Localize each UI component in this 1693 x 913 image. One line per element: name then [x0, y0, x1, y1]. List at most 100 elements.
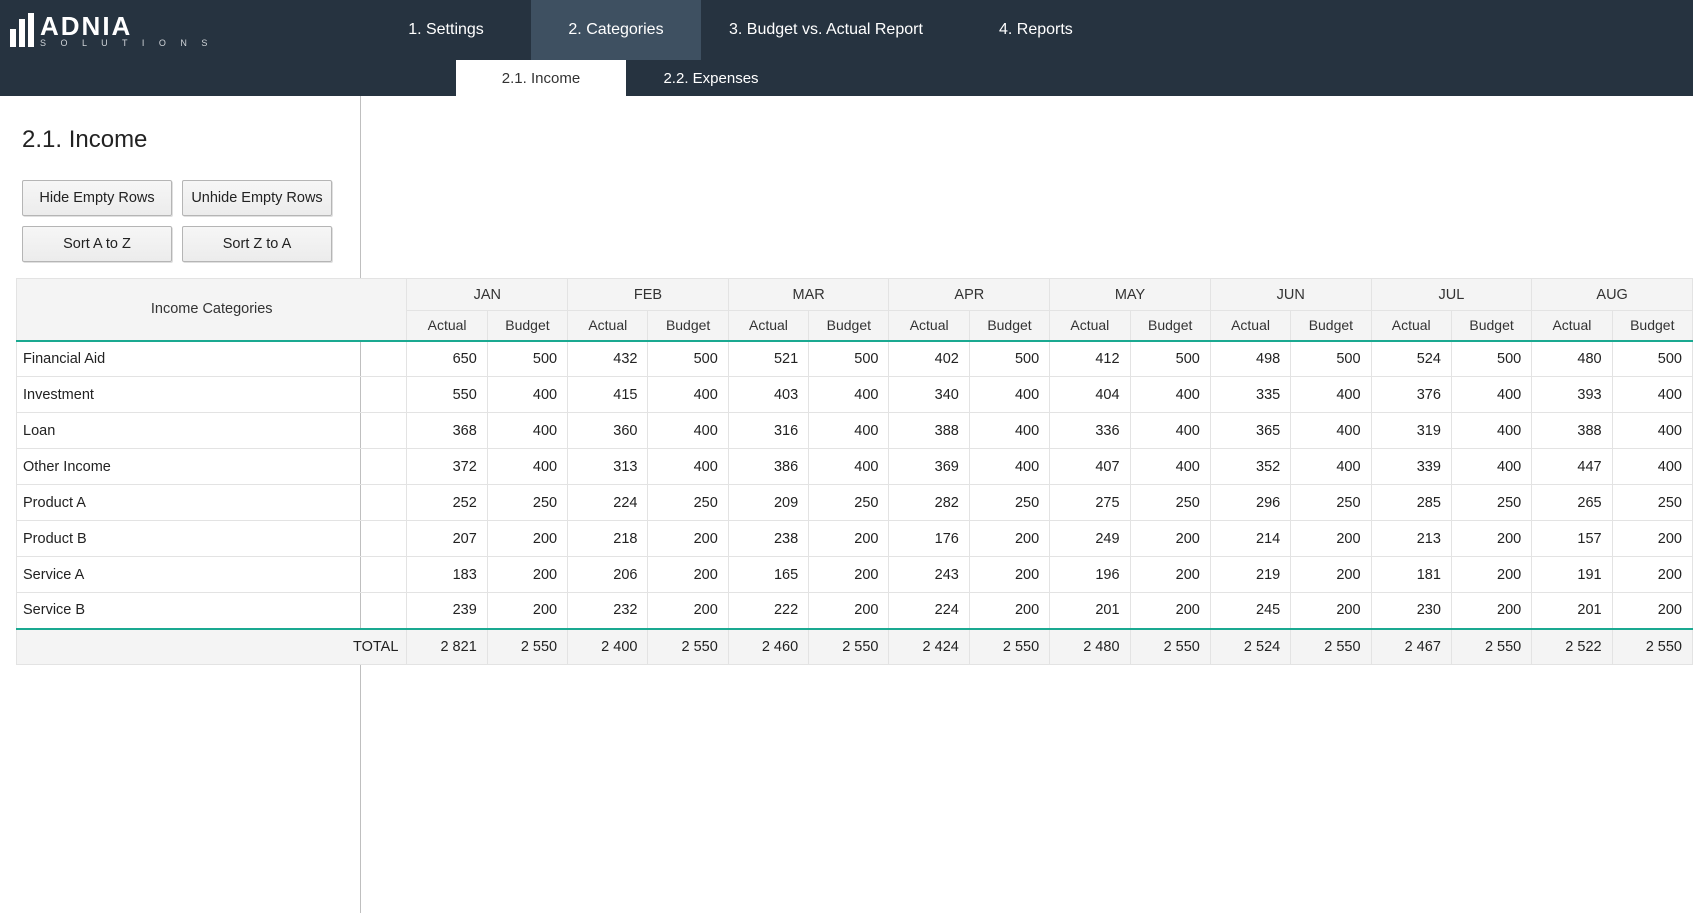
- value-cell[interactable]: 400: [648, 449, 728, 485]
- nav-reports[interactable]: 4. Reports: [951, 0, 1121, 60]
- value-cell[interactable]: 250: [1451, 485, 1531, 521]
- value-cell[interactable]: 415: [568, 377, 648, 413]
- value-cell[interactable]: 500: [809, 341, 889, 377]
- value-cell[interactable]: 393: [1532, 377, 1612, 413]
- value-cell[interactable]: 550: [407, 377, 487, 413]
- value-cell[interactable]: 200: [1612, 593, 1692, 629]
- value-cell[interactable]: 376: [1371, 377, 1451, 413]
- value-cell[interactable]: 200: [1130, 593, 1210, 629]
- value-cell[interactable]: 400: [1612, 449, 1692, 485]
- value-cell[interactable]: 386: [728, 449, 808, 485]
- value-cell[interactable]: 400: [487, 377, 567, 413]
- value-cell[interactable]: 500: [648, 341, 728, 377]
- value-cell[interactable]: 183: [407, 557, 487, 593]
- value-cell[interactable]: 250: [1612, 485, 1692, 521]
- value-cell[interactable]: 400: [1291, 449, 1371, 485]
- value-cell[interactable]: 500: [1451, 341, 1531, 377]
- value-cell[interactable]: 521: [728, 341, 808, 377]
- value-cell[interactable]: 200: [1451, 593, 1531, 629]
- value-cell[interactable]: 207: [407, 521, 487, 557]
- value-cell[interactable]: 239: [407, 593, 487, 629]
- subtab-expenses[interactable]: 2.2. Expenses: [626, 60, 796, 96]
- value-cell[interactable]: 200: [1130, 521, 1210, 557]
- value-cell[interactable]: 368: [407, 413, 487, 449]
- value-cell[interactable]: 250: [487, 485, 567, 521]
- value-cell[interactable]: 275: [1050, 485, 1130, 521]
- value-cell[interactable]: 200: [1130, 557, 1210, 593]
- value-cell[interactable]: 200: [1291, 521, 1371, 557]
- value-cell[interactable]: 340: [889, 377, 969, 413]
- value-cell[interactable]: 500: [1130, 341, 1210, 377]
- value-cell[interactable]: 400: [1451, 413, 1531, 449]
- value-cell[interactable]: 200: [648, 521, 728, 557]
- value-cell[interactable]: 296: [1210, 485, 1290, 521]
- value-cell[interactable]: 400: [809, 449, 889, 485]
- value-cell[interactable]: 206: [568, 557, 648, 593]
- value-cell[interactable]: 200: [1291, 593, 1371, 629]
- value-cell[interactable]: 250: [1291, 485, 1371, 521]
- value-cell[interactable]: 404: [1050, 377, 1130, 413]
- category-cell[interactable]: Service A: [17, 557, 407, 593]
- value-cell[interactable]: 282: [889, 485, 969, 521]
- value-cell[interactable]: 200: [969, 557, 1049, 593]
- category-cell[interactable]: Service B: [17, 593, 407, 629]
- value-cell[interactable]: 200: [1451, 557, 1531, 593]
- value-cell[interactable]: 176: [889, 521, 969, 557]
- category-cell[interactable]: Financial Aid: [17, 341, 407, 377]
- value-cell[interactable]: 400: [487, 413, 567, 449]
- value-cell[interactable]: 200: [487, 557, 567, 593]
- value-cell[interactable]: 200: [809, 557, 889, 593]
- value-cell[interactable]: 249: [1050, 521, 1130, 557]
- sort-z-to-a-button[interactable]: Sort Z to A: [182, 226, 332, 262]
- value-cell[interactable]: 200: [969, 593, 1049, 629]
- value-cell[interactable]: 432: [568, 341, 648, 377]
- nav-budget-vs-actual[interactable]: 3. Budget vs. Actual Report: [701, 0, 951, 60]
- value-cell[interactable]: 200: [1451, 521, 1531, 557]
- value-cell[interactable]: 400: [1451, 377, 1531, 413]
- category-cell[interactable]: Product A: [17, 485, 407, 521]
- value-cell[interactable]: 200: [1612, 521, 1692, 557]
- value-cell[interactable]: 400: [487, 449, 567, 485]
- value-cell[interactable]: 400: [969, 449, 1049, 485]
- value-cell[interactable]: 369: [889, 449, 969, 485]
- value-cell[interactable]: 388: [1532, 413, 1612, 449]
- value-cell[interactable]: 336: [1050, 413, 1130, 449]
- value-cell[interactable]: 500: [487, 341, 567, 377]
- subtab-income[interactable]: 2.1. Income: [456, 60, 626, 96]
- value-cell[interactable]: 319: [1371, 413, 1451, 449]
- value-cell[interactable]: 650: [407, 341, 487, 377]
- value-cell[interactable]: 200: [648, 557, 728, 593]
- value-cell[interactable]: 500: [969, 341, 1049, 377]
- category-cell[interactable]: Product B: [17, 521, 407, 557]
- value-cell[interactable]: 214: [1210, 521, 1290, 557]
- value-cell[interactable]: 200: [969, 521, 1049, 557]
- value-cell[interactable]: 219: [1210, 557, 1290, 593]
- value-cell[interactable]: 181: [1371, 557, 1451, 593]
- value-cell[interactable]: 200: [487, 593, 567, 629]
- sort-a-to-z-button[interactable]: Sort A to Z: [22, 226, 172, 262]
- category-cell[interactable]: Investment: [17, 377, 407, 413]
- value-cell[interactable]: 352: [1210, 449, 1290, 485]
- value-cell[interactable]: 400: [1291, 413, 1371, 449]
- value-cell[interactable]: 400: [1130, 449, 1210, 485]
- category-cell[interactable]: Loan: [17, 413, 407, 449]
- value-cell[interactable]: 400: [1130, 377, 1210, 413]
- value-cell[interactable]: 403: [728, 377, 808, 413]
- value-cell[interactable]: 265: [1532, 485, 1612, 521]
- value-cell[interactable]: 339: [1371, 449, 1451, 485]
- value-cell[interactable]: 400: [648, 413, 728, 449]
- value-cell[interactable]: 200: [809, 521, 889, 557]
- value-cell[interactable]: 230: [1371, 593, 1451, 629]
- value-cell[interactable]: 224: [889, 593, 969, 629]
- value-cell[interactable]: 412: [1050, 341, 1130, 377]
- value-cell[interactable]: 400: [1612, 377, 1692, 413]
- value-cell[interactable]: 402: [889, 341, 969, 377]
- value-cell[interactable]: 250: [648, 485, 728, 521]
- value-cell[interactable]: 200: [1612, 557, 1692, 593]
- value-cell[interactable]: 213: [1371, 521, 1451, 557]
- value-cell[interactable]: 500: [1612, 341, 1692, 377]
- value-cell[interactable]: 360: [568, 413, 648, 449]
- value-cell[interactable]: 316: [728, 413, 808, 449]
- value-cell[interactable]: 250: [1130, 485, 1210, 521]
- value-cell[interactable]: 400: [969, 377, 1049, 413]
